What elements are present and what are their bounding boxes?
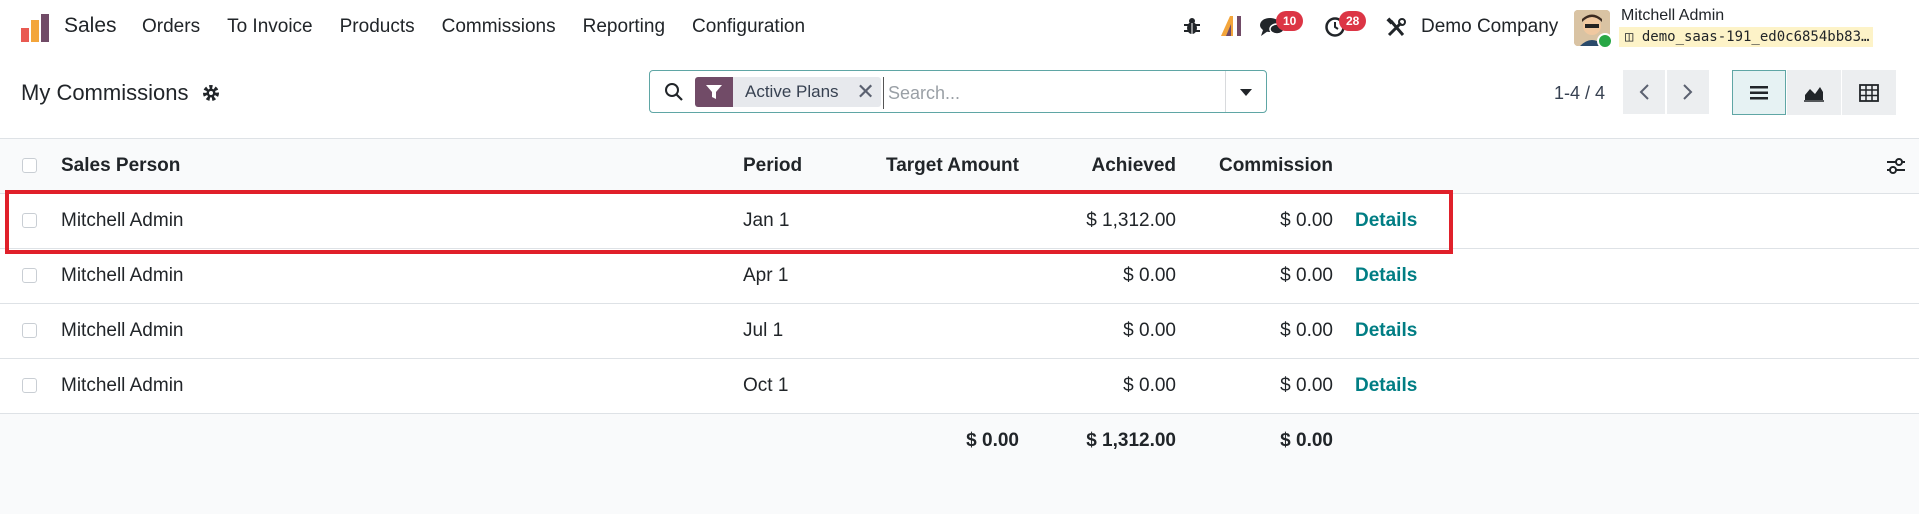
column-achieved[interactable]: Achieved bbox=[1092, 139, 1176, 193]
row-checkbox[interactable] bbox=[22, 323, 37, 338]
company-switcher[interactable]: Demo Company bbox=[1421, 16, 1558, 38]
column-commission[interactable]: Commission bbox=[1219, 139, 1333, 193]
menu-commissions[interactable]: Commissions bbox=[442, 16, 556, 38]
table-row[interactable]: Mitchell Admin Oct 1 $ 0.00 $ 0.00 Detai… bbox=[0, 359, 1919, 414]
cell-period: Apr 1 bbox=[743, 265, 789, 286]
online-status-dot bbox=[1597, 33, 1613, 49]
table-row[interactable]: Mitchell Admin Apr 1 $ 0.00 $ 0.00 Detai… bbox=[0, 249, 1919, 304]
details-button[interactable]: Details bbox=[1355, 304, 1417, 358]
menu-configuration[interactable]: Configuration bbox=[692, 16, 805, 38]
database-name: ◫ demo_saas-191_ed0c6854bb83… bbox=[1619, 27, 1874, 47]
menu-orders[interactable]: Orders bbox=[142, 16, 200, 38]
details-button[interactable]: Details bbox=[1355, 194, 1417, 248]
details-button[interactable]: Details bbox=[1355, 359, 1417, 413]
ai-assistant-icon[interactable] bbox=[1219, 14, 1245, 43]
database-name-label: demo_saas-191_ed0c6854bb83… bbox=[1641, 29, 1870, 45]
total-target-amount: $ 0.00 bbox=[966, 430, 1019, 451]
page-title: My Commissions bbox=[21, 80, 189, 105]
pager-next-button[interactable] bbox=[1667, 70, 1709, 114]
search-icon[interactable] bbox=[664, 82, 684, 102]
area-chart-icon bbox=[1804, 86, 1824, 102]
cell-period: Jul 1 bbox=[743, 320, 784, 341]
cell-sales-person: Mitchell Admin bbox=[61, 210, 184, 231]
column-sales-person[interactable]: Sales Person bbox=[61, 139, 180, 193]
graph-view-button[interactable] bbox=[1787, 70, 1841, 115]
pivot-view-button[interactable] bbox=[1842, 70, 1896, 115]
user-name[interactable]: Mitchell Admin bbox=[1621, 7, 1724, 25]
filter-facet: Active Plans ✕ bbox=[695, 77, 881, 107]
filter-facet-label: Active Plans bbox=[733, 77, 851, 107]
list-header: Sales Person Period Target Amount Achiev… bbox=[0, 138, 1919, 194]
row-checkbox[interactable] bbox=[22, 268, 37, 283]
pager-previous-button[interactable] bbox=[1623, 70, 1665, 114]
cell-achieved: $ 0.00 bbox=[1123, 375, 1176, 396]
remove-filter-close-icon[interactable]: ✕ bbox=[850, 77, 881, 107]
app-name[interactable]: Sales bbox=[64, 14, 117, 38]
top-navbar: Sales Orders To Invoice Products Commiss… bbox=[0, 0, 1919, 56]
settings-tools-icon[interactable] bbox=[1385, 17, 1407, 44]
select-all-checkbox[interactable] bbox=[22, 158, 37, 173]
column-period[interactable]: Period bbox=[743, 139, 802, 193]
details-button[interactable]: Details bbox=[1355, 249, 1417, 303]
cell-achieved: $ 0.00 bbox=[1123, 265, 1176, 286]
cell-sales-person: Mitchell Admin bbox=[61, 265, 184, 286]
pivot-table-icon bbox=[1859, 83, 1879, 102]
filter-funnel-icon bbox=[695, 77, 733, 107]
table-row[interactable]: Mitchell Admin Jan 1 $ 1,312.00 $ 0.00 D… bbox=[0, 194, 1919, 249]
cell-sales-person: Mitchell Admin bbox=[61, 320, 184, 341]
debug-bug-icon[interactable] bbox=[1181, 15, 1203, 42]
pager-value[interactable]: 1-4 / 4 bbox=[1554, 83, 1605, 104]
menu-reporting[interactable]: Reporting bbox=[583, 16, 665, 38]
row-checkbox[interactable] bbox=[22, 378, 37, 393]
cell-commission: $ 0.00 bbox=[1280, 320, 1333, 341]
list-empty-area bbox=[0, 468, 1919, 514]
search-input[interactable] bbox=[883, 77, 1230, 109]
chevron-left-icon bbox=[1639, 84, 1649, 100]
cell-sales-person: Mitchell Admin bbox=[61, 375, 184, 396]
chevron-right-icon bbox=[1683, 84, 1693, 100]
cell-commission: $ 0.00 bbox=[1280, 375, 1333, 396]
search-bar: Active Plans ✕ bbox=[649, 70, 1267, 113]
app-logo-icon[interactable] bbox=[19, 12, 51, 44]
cell-commission: $ 0.00 bbox=[1280, 210, 1333, 231]
menu-to-invoice[interactable]: To Invoice bbox=[227, 16, 313, 38]
gear-icon[interactable] bbox=[202, 84, 220, 102]
search-options-toggle[interactable] bbox=[1225, 71, 1266, 112]
cell-period: Jan 1 bbox=[743, 210, 790, 231]
activities-count-badge: 28 bbox=[1339, 11, 1367, 31]
table-row[interactable]: Mitchell Admin Jul 1 $ 0.00 $ 0.00 Detai… bbox=[0, 304, 1919, 359]
menu-products[interactable]: Products bbox=[340, 16, 415, 38]
optional-columns-sliders-icon[interactable] bbox=[1886, 156, 1906, 176]
list-view-button[interactable] bbox=[1732, 70, 1786, 115]
main-menu: Orders To Invoice Products Commissions R… bbox=[142, 16, 832, 38]
caret-down-icon bbox=[1240, 88, 1252, 96]
list-view-icon bbox=[1750, 85, 1768, 99]
total-achieved: $ 1,312.00 bbox=[1086, 430, 1176, 451]
list-totals-row: $ 0.00 $ 1,312.00 $ 0.00 bbox=[0, 414, 1919, 470]
column-target-amount[interactable]: Target Amount bbox=[886, 139, 1019, 193]
cell-period: Oct 1 bbox=[743, 375, 789, 396]
row-checkbox[interactable] bbox=[22, 213, 37, 228]
database-icon: ◫ bbox=[1625, 29, 1642, 45]
total-commission: $ 0.00 bbox=[1280, 430, 1333, 451]
cell-achieved: $ 0.00 bbox=[1123, 320, 1176, 341]
commission-list: Sales Person Period Target Amount Achiev… bbox=[0, 138, 1919, 470]
cell-achieved: $ 1,312.00 bbox=[1086, 210, 1176, 231]
messages-count-badge: 10 bbox=[1276, 11, 1304, 31]
cell-commission: $ 0.00 bbox=[1280, 265, 1333, 286]
